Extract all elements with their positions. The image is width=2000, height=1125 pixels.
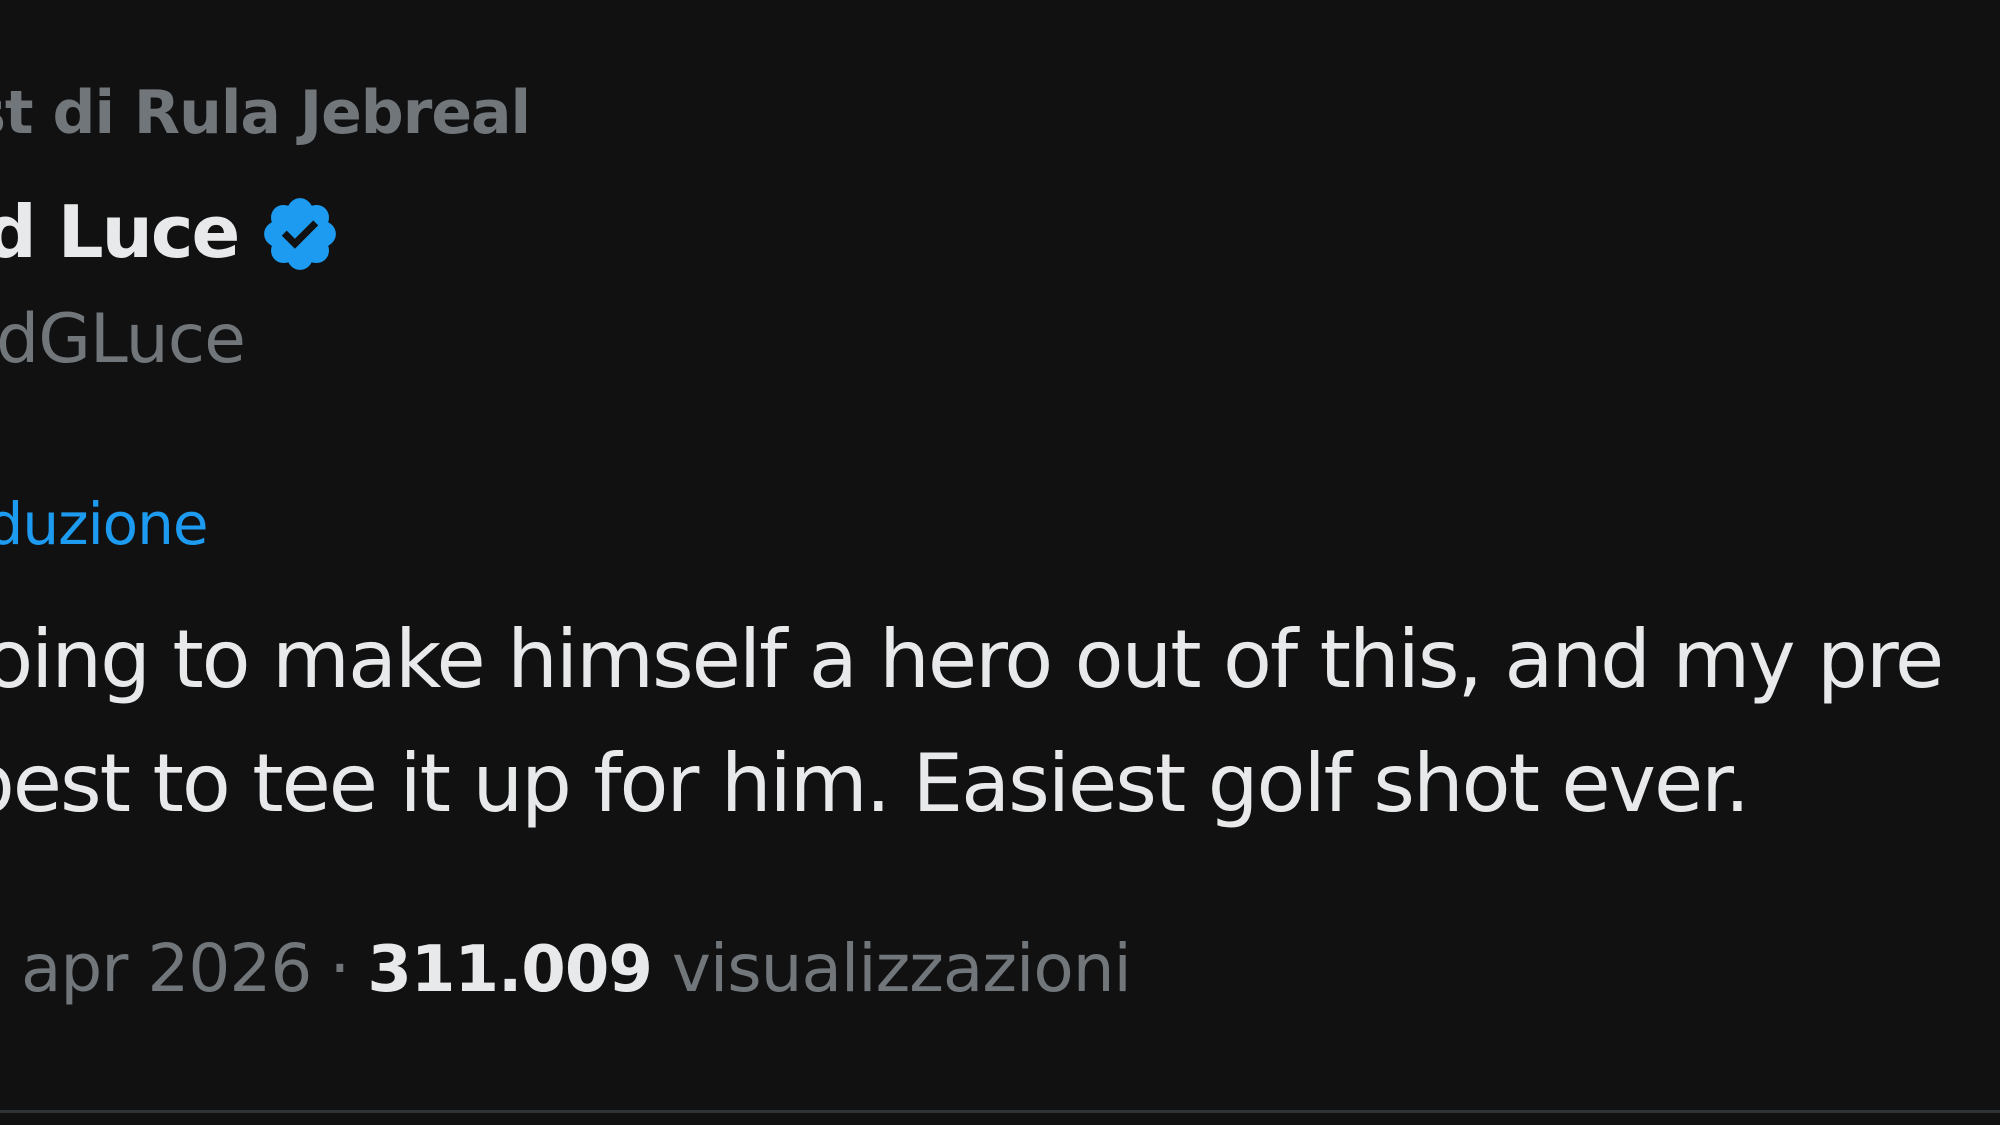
tweet-detail: ost di Rula Jebreal ard Luce wardGLuce a… [0,0,2000,1125]
author-display-name[interactable]: ard Luce [0,190,240,274]
author-handle[interactable]: wardGLuce [0,300,246,379]
views-count: 311.009 [367,933,652,1007]
post-timestamp[interactable]: 6 apr 2026 [0,930,312,1007]
views-label: visualizzazioni [671,930,1132,1007]
tweet-meta-row: 6 apr 2026 · 311.009 visualizzazioni [0,930,1132,1007]
tweet-text: joing to make himself a hero out of this… [0,598,1944,846]
verified-badge-icon[interactable] [258,192,342,276]
meta-separator: · [329,930,350,1007]
author-name-row[interactable]: ard Luce [0,188,342,276]
repost-context-label[interactable]: ost di Rula Jebreal [0,78,531,148]
tweet-text-line: best to tee it up for him. Easiest golf … [0,737,1750,830]
section-divider [0,1110,2000,1113]
translate-post-link[interactable]: aduzione [0,490,209,558]
tweet-text-line: joing to make himself a hero out of this… [0,613,1944,706]
